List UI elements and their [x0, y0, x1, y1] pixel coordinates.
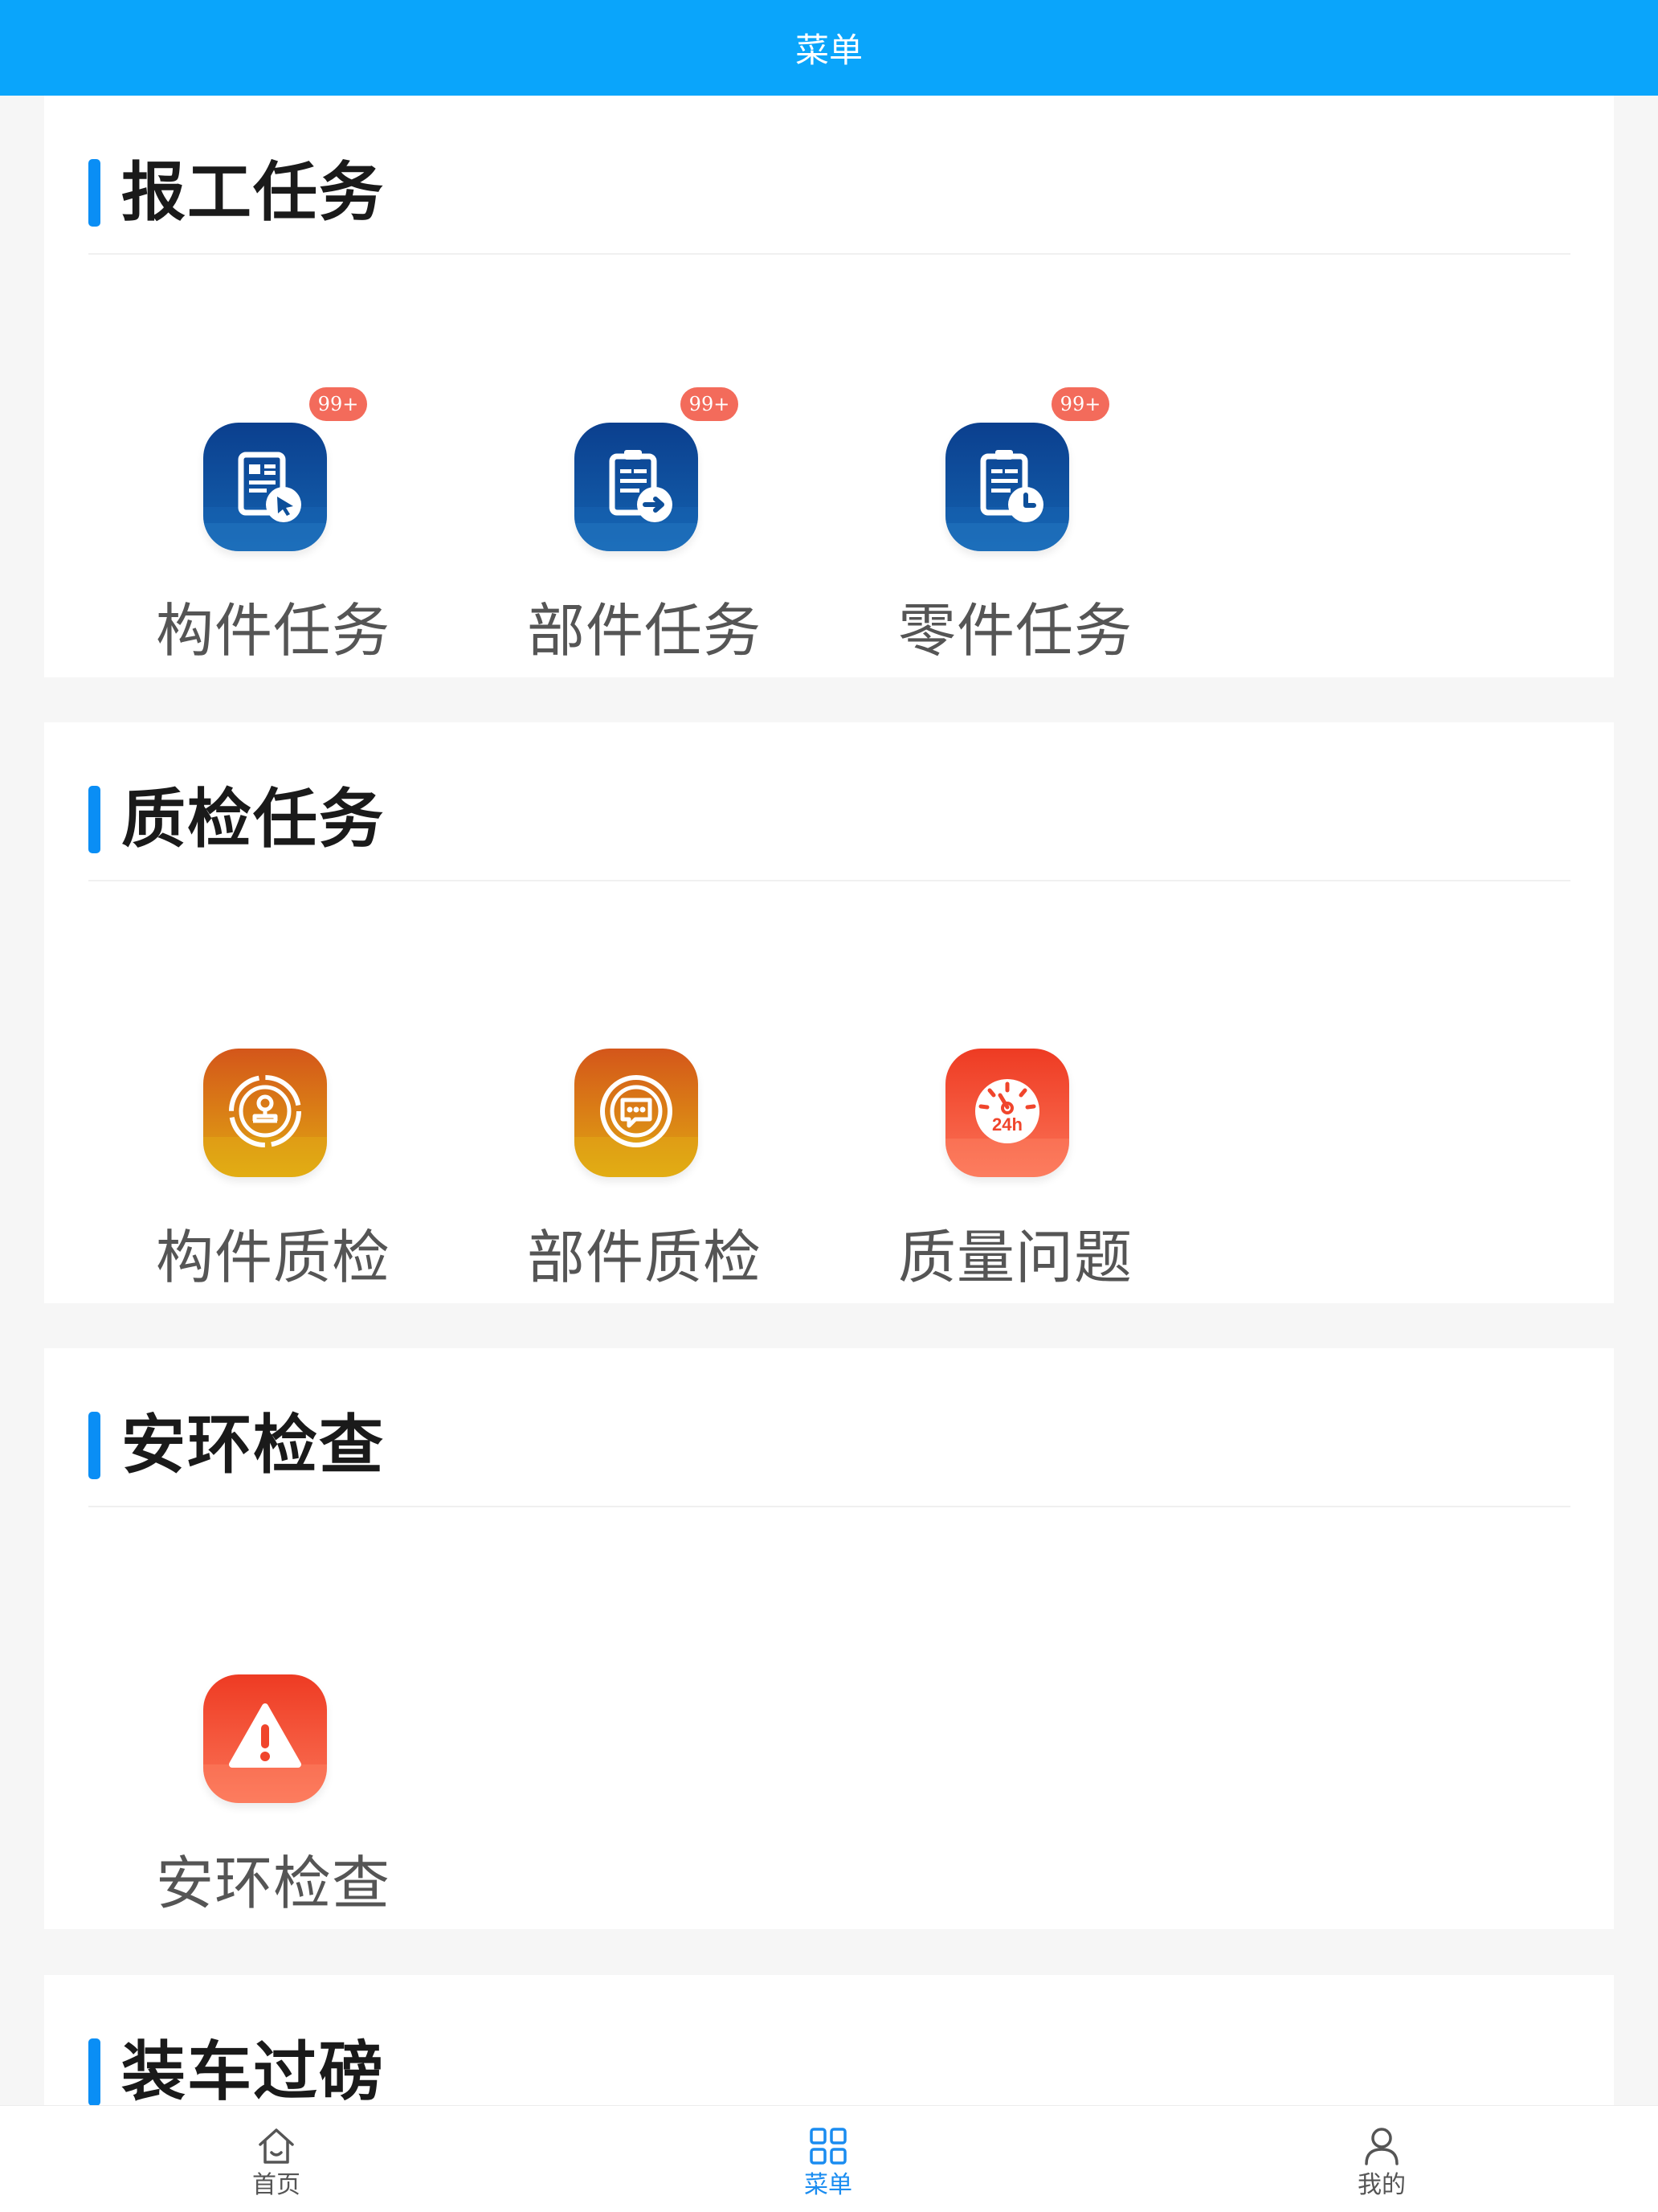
tab-label: 首页: [252, 2171, 300, 2199]
section-divider: [88, 253, 1570, 255]
section-work-report: 报工任务 99+ 构件任务 99+ 部件任务 99+ 零件任务: [44, 96, 1614, 677]
menu-item-component-inspection[interactable]: 构件质检: [88, 907, 458, 1286]
tab-home[interactable]: 首页: [196, 2106, 357, 2212]
message-bubble-icon: [574, 1049, 698, 1177]
timer-24h-icon: 24h: [945, 1049, 1069, 1177]
section-quality-inspection: 质检任务 构件质检 部件质检 24h 质量问题: [44, 722, 1614, 1303]
menu-item-label: 部件任务: [526, 597, 762, 664]
menu-item-part-inspection[interactable]: 部件质检: [459, 907, 829, 1286]
section-header: 报工任务: [88, 158, 385, 227]
count-badge: 99+: [1052, 387, 1109, 421]
top-app-bar: 菜单: [0, 0, 1658, 96]
section-title: 报工任务: [121, 155, 385, 230]
tab-menu[interactable]: 菜单: [748, 2106, 909, 2212]
menu-item-part-task[interactable]: 99+ 部件任务: [459, 280, 829, 660]
menu-item-piece-task[interactable]: 99+ 零件任务: [831, 280, 1200, 660]
count-badge: 99+: [680, 387, 738, 421]
clipboard-clock-icon: [945, 423, 1069, 551]
menu-item-label: 零件任务: [897, 597, 1133, 664]
count-badge: 99+: [309, 387, 367, 421]
menu-item-label: 构件任务: [155, 597, 390, 664]
user-icon: [1359, 2124, 1404, 2169]
inspector-seal-icon: [203, 1049, 327, 1177]
section-header: 安环检查: [88, 1411, 385, 1480]
section-accent-bar: [88, 159, 100, 227]
bottom-tab-bar: 首页 菜单 我的: [0, 2105, 1658, 2212]
home-icon: [254, 2124, 299, 2169]
section-accent-bar: [88, 786, 100, 853]
menu-item-label: 安环检查: [155, 1850, 390, 1917]
page-title: 菜单: [794, 31, 863, 70]
section-safety-check: 安环检查 安环检查: [44, 1348, 1614, 1929]
tab-label: 菜单: [804, 2171, 852, 2199]
section-title: 装车过磅: [121, 2034, 385, 2109]
menu-item-quality-issue[interactable]: 24h 质量问题: [831, 907, 1200, 1286]
section-accent-bar: [88, 2038, 100, 2106]
section-title: 质检任务: [121, 782, 385, 857]
tab-label: 我的: [1358, 2171, 1406, 2199]
grid-icon: [806, 2124, 851, 2169]
clipboard-arrow-icon: [574, 423, 698, 551]
menu-item-label: 部件质检: [526, 1224, 762, 1291]
document-cursor-icon: [203, 423, 327, 551]
menu-item-label: 质量问题: [897, 1224, 1133, 1291]
section-title: 安环检查: [121, 1408, 385, 1482]
section-header: 质检任务: [88, 785, 385, 854]
menu-item-component-task[interactable]: 99+ 构件任务: [88, 280, 458, 660]
section-divider: [88, 1506, 1570, 1507]
section-header: 装车过磅: [88, 2038, 385, 2107]
tab-profile[interactable]: 我的: [1301, 2106, 1462, 2212]
warning-triangle-icon: [203, 1674, 327, 1803]
menu-item-label: 构件质检: [155, 1224, 390, 1291]
svg-text:24h: 24h: [992, 1114, 1023, 1135]
section-divider: [88, 880, 1570, 881]
section-accent-bar: [88, 1412, 100, 1479]
menu-item-safety-check[interactable]: 安环检查: [88, 1533, 458, 1912]
